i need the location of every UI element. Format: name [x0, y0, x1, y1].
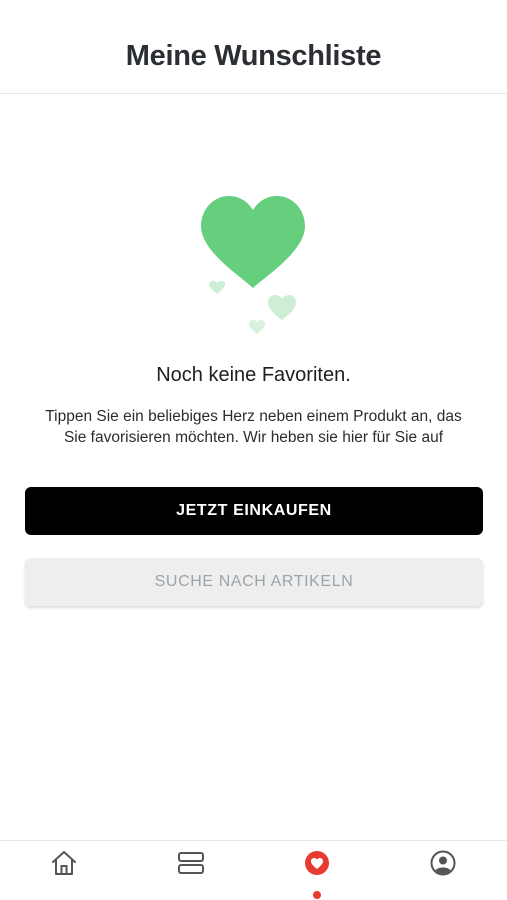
tab-profile[interactable] — [413, 849, 473, 893]
small-heart-icon — [249, 320, 265, 334]
profile-icon — [430, 850, 456, 876]
shop-now-label: JETZT EINKAUFEN — [176, 502, 332, 519]
active-tab-indicator — [313, 891, 321, 899]
heart-icon — [305, 851, 329, 875]
bottom-tab-bar — [0, 840, 507, 900]
hearts-illustration — [201, 196, 305, 334]
large-heart-icon — [201, 196, 305, 288]
header: Meine Wunschliste — [0, 0, 507, 94]
tab-catalog[interactable] — [161, 849, 221, 893]
empty-state-description-line: Sie favorisieren möchten. Wir heben sie … — [63, 429, 444, 446]
empty-state-title: Noch keine Favoriten. — [156, 364, 351, 386]
catalog-icon — [178, 852, 204, 874]
small-heart-icon — [209, 281, 225, 294]
home-icon — [52, 851, 76, 875]
tab-wishlist[interactable] — [287, 849, 347, 899]
tab-home[interactable] — [34, 849, 94, 893]
small-heart-icon — [268, 295, 296, 320]
page-title: Meine Wunschliste — [125, 40, 382, 72]
search-articles-label: SUCHE NACH ARTIKELN — [154, 573, 354, 590]
empty-state-description-line: Tippen Sie ein beliebiges Herz neben ein… — [45, 408, 462, 425]
shop-now-button[interactable]: JETZT EINKAUFEN — [25, 487, 483, 535]
empty-state-description: Tippen Sie ein beliebiges Herz neben ein… — [20, 406, 487, 448]
search-articles-button[interactable]: SUCHE NACH ARTIKELN — [25, 558, 483, 606]
